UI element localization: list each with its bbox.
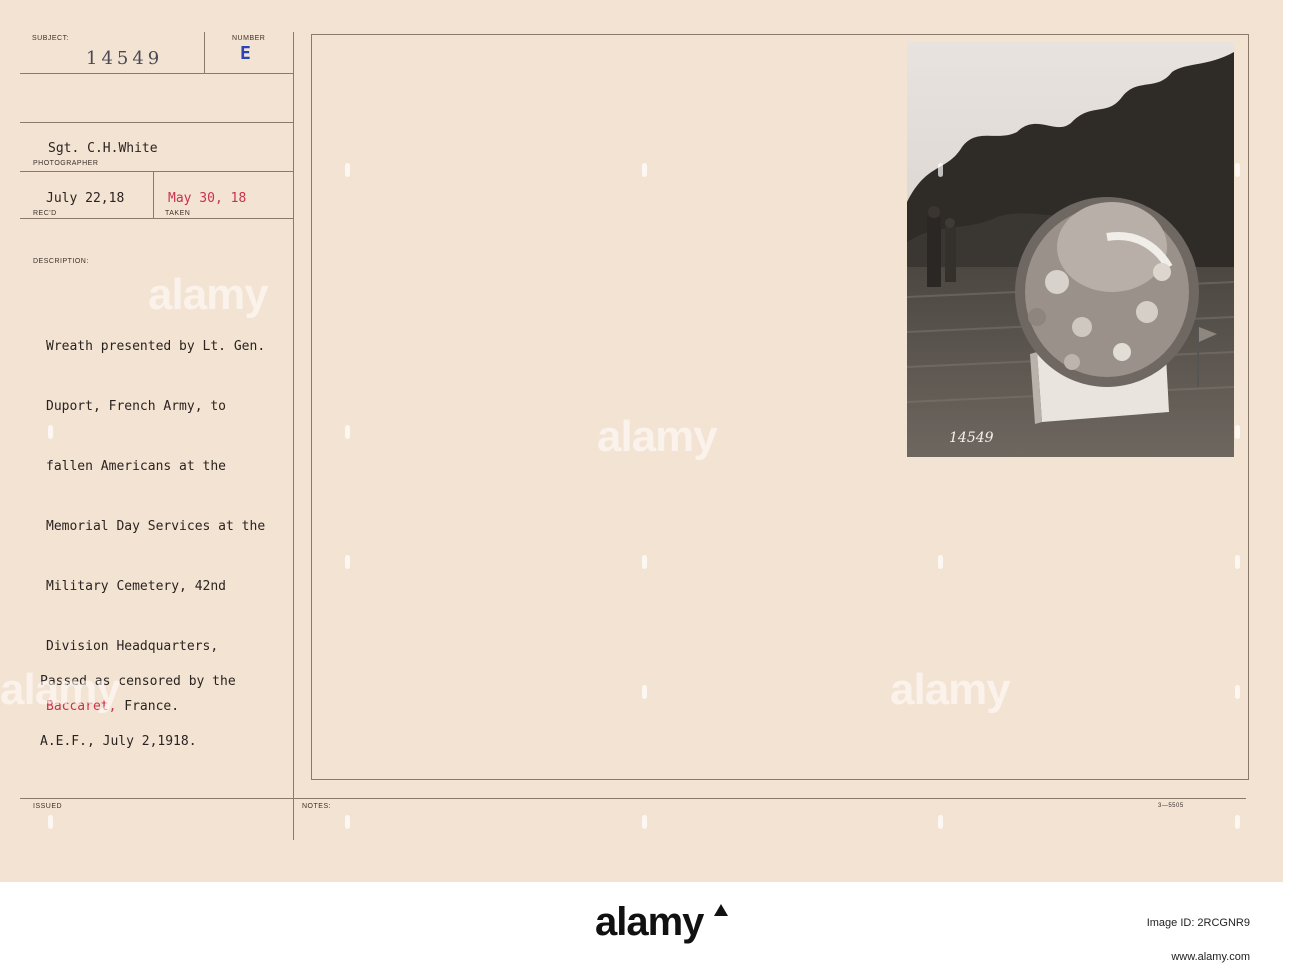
watermark-dot: [1235, 815, 1240, 829]
watermark-dot: [1235, 685, 1240, 699]
watermark: alamy: [0, 665, 121, 714]
notes-label: NOTES:: [302, 803, 332, 810]
taken-date: May 30, 18: [168, 191, 247, 206]
watermark-dot: [345, 815, 350, 829]
watermark-dot: [642, 163, 647, 177]
received-date: July 22,18: [46, 191, 125, 206]
divider: [20, 73, 293, 74]
watermark-dot: [345, 555, 350, 569]
description-line: fallen Americans at the: [46, 459, 227, 474]
watermark-dot: [642, 815, 647, 829]
image-id: Image ID: 2RCGNR9: [1146, 917, 1250, 929]
watermark-dot: [938, 815, 943, 829]
photo-caption: 14549: [949, 430, 994, 446]
site-url[interactable]: www.alamy.com: [1090, 940, 1250, 974]
cemetery-photograph: 14549: [907, 42, 1234, 457]
description-line: Memorial Day Services at the: [46, 519, 266, 534]
divider: [293, 32, 294, 840]
watermark-dot: [1235, 555, 1240, 569]
watermark-dot: [48, 815, 53, 829]
footer-ids: Image ID: 2RCGNR9 www.alamy.com: [1090, 906, 1250, 974]
watermark-dot: [1235, 163, 1240, 177]
subject-label: SUBJECT:: [32, 35, 70, 42]
divider: [20, 798, 1246, 799]
divider: [20, 171, 293, 172]
description-label: DESCRIPTION:: [33, 258, 89, 265]
description-line: Wreath presented by Lt. Gen.: [46, 339, 266, 354]
number-stamp: E: [240, 43, 251, 64]
divider: [204, 32, 205, 74]
divider: [20, 218, 293, 219]
photographer-name: Sgt. C.H.White: [48, 141, 158, 156]
archive-card: SUBJECT: 14549 NUMBER E Sgt. C.H.White P…: [0, 0, 1283, 882]
number-label: NUMBER: [232, 35, 266, 42]
watermark-dot: [48, 425, 53, 439]
watermark-dot: [345, 425, 350, 439]
watermark: alamy: [148, 270, 269, 319]
watermark-dot: [938, 163, 943, 177]
watermark-dot: [1235, 425, 1240, 439]
watermark-dot: [345, 163, 350, 177]
watermark-dot: [938, 555, 943, 569]
taken-label: TAKEN: [165, 210, 191, 217]
issued-label: ISSUED: [33, 803, 63, 810]
brand-mark-icon: [713, 904, 728, 916]
description-line: Military Cemetery, 42nd: [46, 579, 227, 594]
subject-number: 14549: [86, 48, 164, 69]
brand-logo: alamy: [595, 900, 728, 945]
divider: [20, 122, 293, 123]
watermark-dot: [642, 685, 647, 699]
censor-line: A.E.F., July 2,1918.: [40, 734, 197, 749]
photograph-image: [907, 42, 1234, 457]
description-line: Duport, French Army, to: [46, 399, 227, 414]
received-label: REC'D: [33, 210, 57, 217]
photographer-label: PHOTOGRAPHER: [33, 160, 99, 167]
watermark-dot: [642, 555, 647, 569]
form-number: 3—5505: [1158, 803, 1184, 809]
watermark: alamy: [597, 412, 718, 461]
watermark: alamy: [890, 665, 1011, 714]
brand-text: alamy: [595, 900, 704, 944]
divider: [153, 172, 154, 218]
